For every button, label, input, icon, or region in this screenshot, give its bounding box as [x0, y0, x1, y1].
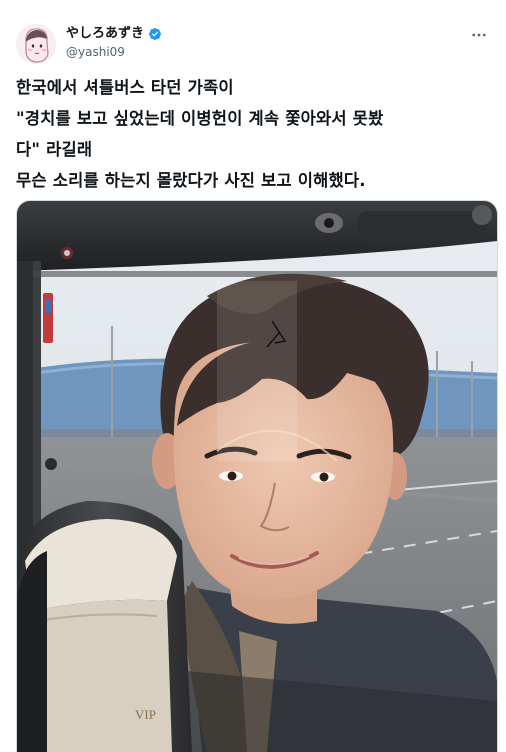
seat-tag-text: VIP	[135, 707, 156, 722]
tweet-line: 무슨 소리를 하는지 몰랐다가 사진 보고 이해했다.	[16, 171, 366, 190]
more-options-icon	[472, 33, 486, 37]
avatar[interactable]	[16, 24, 56, 64]
display-name-row[interactable]: やしろあずき	[66, 26, 162, 42]
tweet-photo[interactable]: VIP	[16, 200, 498, 752]
tweet-header: やしろあずき @yashi09	[16, 20, 496, 64]
tweet-line: 한국에서 셔틀버스 타던 가족이	[16, 78, 234, 97]
display-name[interactable]: やしろあずき	[66, 26, 144, 42]
tweet-text: 한국에서 셔틀버스 타던 가족이 "경치를 보고 싶었는데 이병헌이 계속 쫓아…	[16, 72, 496, 196]
verified-badge-icon	[149, 28, 161, 40]
tweet-line: 다" 라길래	[16, 140, 93, 159]
more-options-button[interactable]	[468, 24, 490, 46]
user-handle[interactable]: @yashi09	[66, 43, 162, 61]
user-info: やしろあずき @yashi09	[66, 26, 162, 61]
tweet-line: "경치를 보고 싶었는데 이병헌이 계속 쫓아와서 못봤	[16, 109, 384, 128]
avatar-face-icon	[16, 24, 56, 64]
bus-window-photo: VIP	[17, 201, 497, 752]
